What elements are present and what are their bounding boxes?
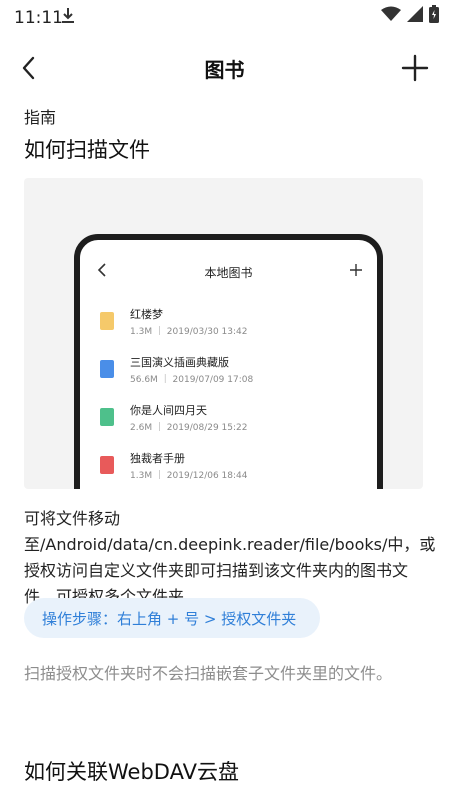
book-name: 三国演义插画典藏版 [130, 356, 229, 369]
step-tip: 操作步骤：右上角 + 号 > 授权文件夹 [24, 598, 320, 638]
book-meta: 56.6M ｜ 2019/07/09 17:08 [130, 375, 254, 385]
status-icons [381, 5, 439, 27]
book-name: 独裁者手册 [130, 452, 185, 465]
scan-heading: 如何扫描文件 [24, 138, 150, 162]
guide-label: 指南 [24, 108, 57, 127]
file-icon [100, 360, 114, 378]
wifi-icon [381, 6, 401, 26]
file-icon [100, 408, 114, 426]
signal-icon [407, 6, 423, 26]
book-item: 三国演义插画典藏版 56.6M ｜ 2019/07/09 17:08 [100, 354, 360, 394]
book-item: 红楼梦 1.3M ｜ 2019/03/30 13:42 [100, 306, 360, 346]
download-icon [60, 6, 76, 29]
book-name: 红楼梦 [130, 308, 163, 321]
scan-note: 扫描授权文件夹时不会扫描嵌套子文件夹里的文件。 [24, 664, 393, 683]
app-bar: 图书 [0, 42, 449, 94]
preview-title: 本地图书 [204, 266, 253, 280]
file-icon [100, 456, 114, 474]
book-name: 你是人间四月天 [130, 404, 207, 417]
file-icon [100, 312, 114, 330]
book-meta: 1.3M ｜ 2019/03/30 13:42 [130, 327, 248, 337]
battery-icon [429, 5, 439, 27]
status-time: 11:11 [14, 8, 63, 28]
page-title: 图书 [204, 58, 245, 82]
step-text: 操作步骤：右上角 + 号 > 授权文件夹 [42, 610, 297, 628]
webdav-heading: 如何关联WebDAV云盘 [24, 760, 239, 784]
status-bar: 11:11 [0, 0, 449, 34]
scan-description: 可将文件移动至/Android/data/cn.deepink.reader/f… [24, 509, 436, 606]
phone-mockup: 本地图书 红楼梦 1.3M ｜ 2019/03/30 13:42 三国演义插画典… [74, 234, 383, 489]
book-meta: 2.6M ｜ 2019/08/29 15:22 [130, 423, 248, 433]
plus-icon [401, 54, 429, 82]
preview-image: 本地图书 红楼梦 1.3M ｜ 2019/03/30 13:42 三国演义插画典… [24, 178, 423, 489]
book-meta: 1.3M ｜ 2019/12/06 18:44 [130, 471, 248, 481]
book-item: 你是人间四月天 2.6M ｜ 2019/08/29 15:22 [100, 402, 360, 442]
plus-icon [349, 262, 363, 281]
book-item: 独裁者手册 1.3M ｜ 2019/12/06 18:44 [100, 450, 360, 489]
add-button[interactable] [397, 50, 433, 86]
